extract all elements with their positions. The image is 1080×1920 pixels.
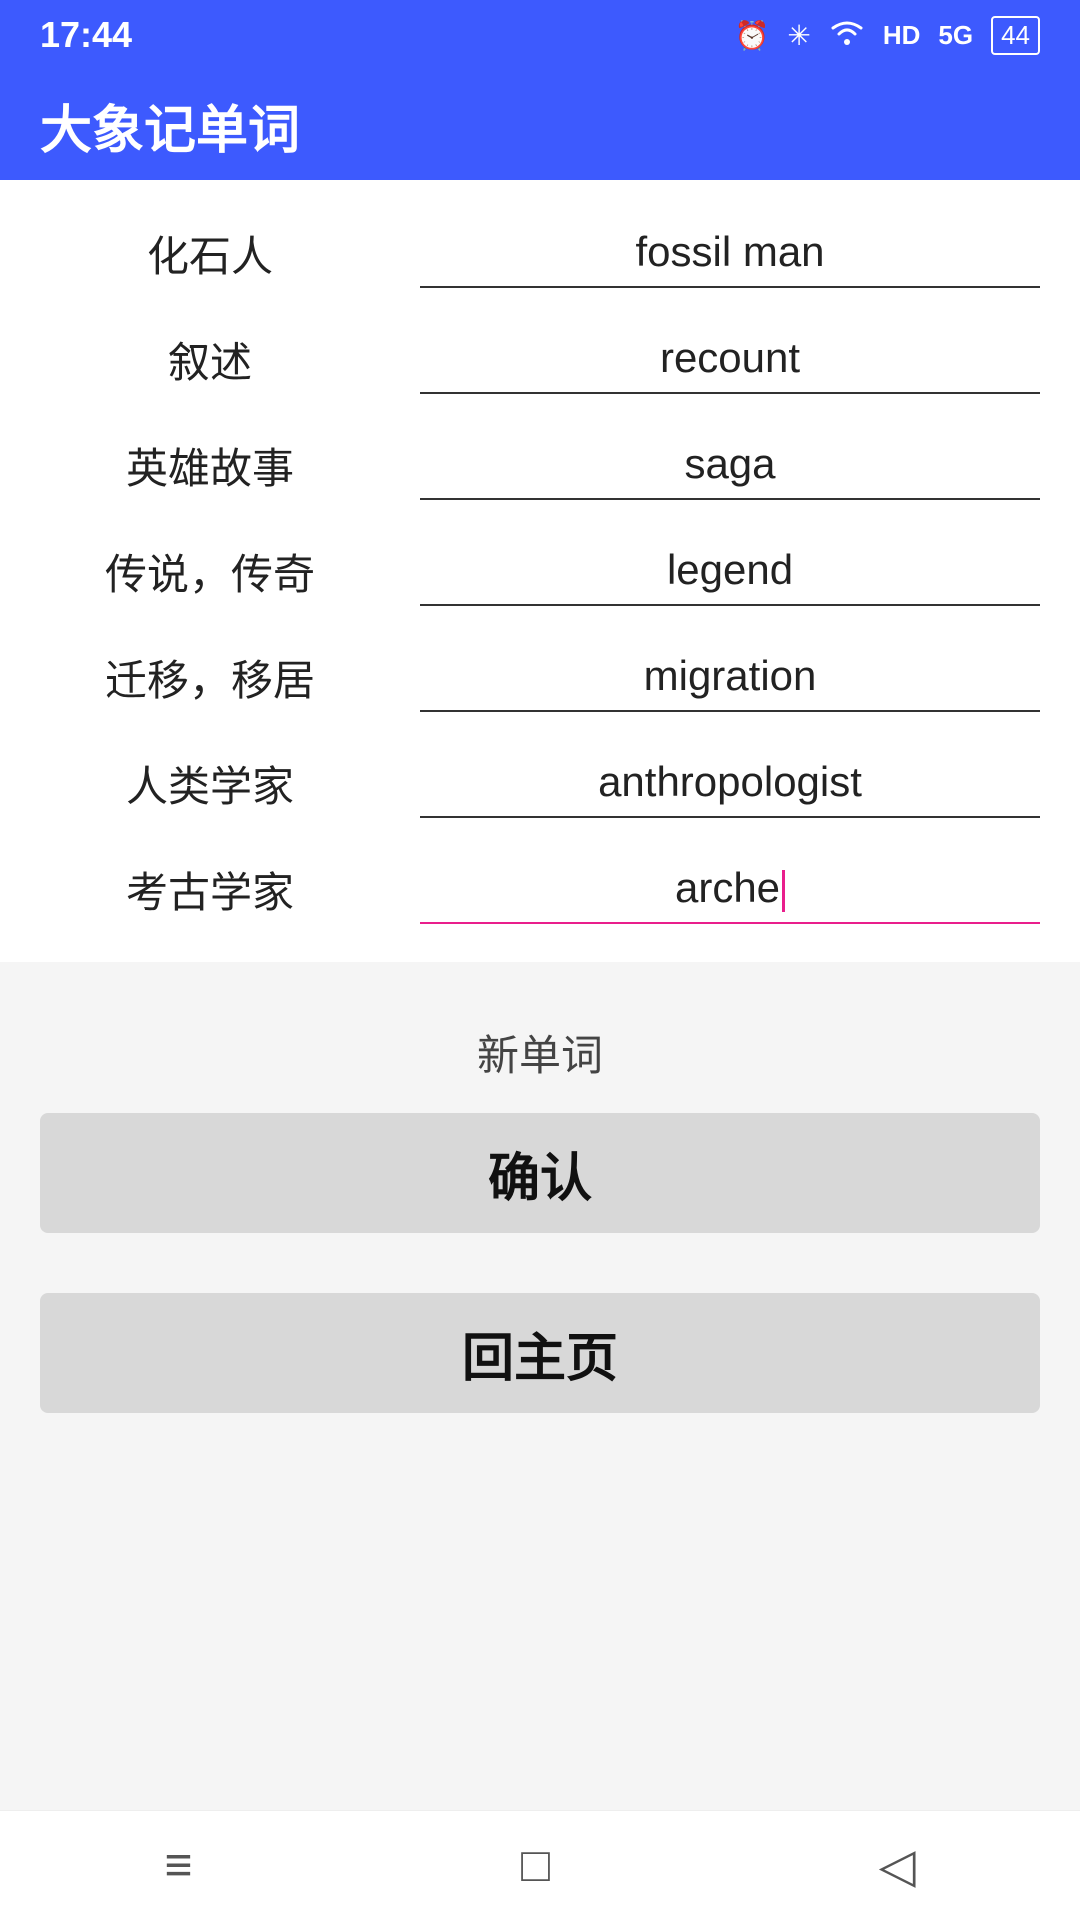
word-row: 迁移，移居 migration [40, 624, 1040, 730]
english-value-6: arche [420, 854, 1040, 922]
battery-icon: 44 [991, 16, 1040, 55]
english-value-0: fossil man [420, 218, 1040, 286]
english-wrapper-1: recount [420, 324, 1040, 394]
word-row: 叙述 recount [40, 306, 1040, 412]
new-word-label: 新单词 [40, 1022, 1040, 1083]
english-value-3: legend [420, 536, 1040, 604]
menu-icon[interactable]: ≡ [164, 1838, 192, 1893]
english-wrapper-5: anthropologist [420, 748, 1040, 818]
chinese-label-1: 叙述 [40, 329, 380, 390]
status-time: 17:44 [40, 14, 132, 56]
text-cursor [782, 870, 785, 912]
hd-icon: HD [883, 20, 921, 51]
app-header: 大象记单词 [0, 70, 1080, 180]
word-row: 传说，传奇 legend [40, 518, 1040, 624]
bottom-nav: ≡ □ ◁ [0, 1810, 1080, 1920]
word-row: 英雄故事 saga [40, 412, 1040, 518]
english-value-4: migration [420, 642, 1040, 710]
english-wrapper-4: migration [420, 642, 1040, 712]
bluetooth-icon: ✳ [787, 19, 810, 52]
main-content: 化石人 fossil man 叙述 recount 英雄故事 saga 传说，传… [0, 180, 1080, 962]
word-row: 化石人 fossil man [40, 200, 1040, 306]
chinese-label-5: 人类学家 [40, 753, 380, 814]
english-value-1: recount [420, 324, 1040, 392]
english-wrapper-6[interactable]: arche [420, 854, 1040, 924]
chinese-label-6: 考古学家 [40, 859, 380, 920]
english-wrapper-0: fossil man [420, 218, 1040, 288]
status-bar: 17:44 ⏰ ✳ HD 5G 44 [0, 0, 1080, 70]
back-icon[interactable]: ◁ [879, 1838, 916, 1894]
chinese-label-4: 迁移，移居 [40, 647, 380, 708]
english-value-2: saga [420, 430, 1040, 498]
english-wrapper-2: saga [420, 430, 1040, 500]
english-value-5: anthropologist [420, 748, 1040, 816]
word-row: 人类学家 anthropologist [40, 730, 1040, 836]
new-word-section: 新单词 确认 回主页 [0, 962, 1080, 1433]
status-icons: ⏰ ✳ HD 5G 44 [734, 16, 1040, 55]
chinese-label-3: 传说，传奇 [40, 541, 380, 602]
wifi-icon [829, 18, 865, 53]
english-wrapper-3: legend [420, 536, 1040, 606]
alarm-icon: ⏰ [734, 19, 769, 52]
signal-icon: 5G [938, 20, 973, 51]
home-nav-icon[interactable]: □ [521, 1838, 550, 1893]
confirm-button[interactable]: 确认 [40, 1113, 1040, 1233]
app-title: 大象记单词 [40, 88, 300, 163]
home-button[interactable]: 回主页 [40, 1293, 1040, 1413]
chinese-label-2: 英雄故事 [40, 435, 380, 496]
chinese-label-0: 化石人 [40, 223, 380, 284]
word-row-active: 考古学家 arche [40, 836, 1040, 942]
